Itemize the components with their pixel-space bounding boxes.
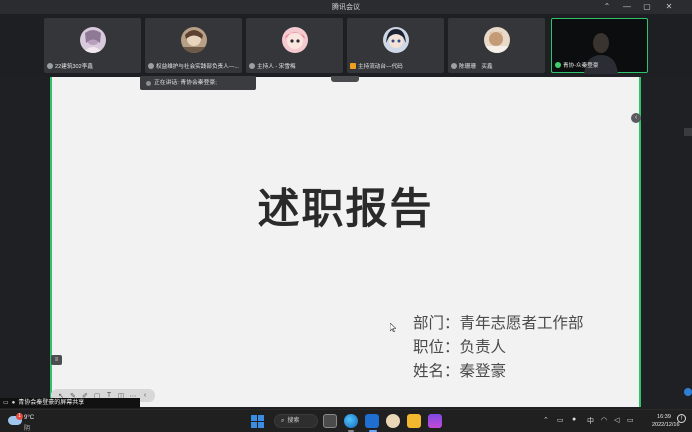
participant-tile[interactable]: 权益维护与社会实践部负责人—... <box>145 18 242 73</box>
app-icon[interactable] <box>386 414 400 428</box>
participant-name: 陈珊珊 买鑫 <box>459 64 493 70</box>
participant-tile[interactable]: 陈珊珊 买鑫 <box>448 18 545 73</box>
participant-name: 青协-众秦登豪 <box>563 63 599 69</box>
battery-icon[interactable]: ▭ <box>627 416 634 424</box>
participant-tile[interactable]: 主持流动台—代码 <box>347 18 444 73</box>
mic-muted-icon <box>47 63 53 69</box>
minimize-button[interactable]: — <box>620 1 634 13</box>
weather-temperature: 9°C <box>24 415 35 421</box>
weather-widget[interactable]: 1 9°C 阴 <box>8 413 48 432</box>
window-title: 腾讯会议 <box>332 4 360 11</box>
windows-start-icon[interactable] <box>250 414 264 428</box>
host-icon <box>350 63 356 69</box>
tencent-meeting-icon[interactable] <box>365 414 379 428</box>
slide-info: 部门：青年志愿者工作部 职位：负责人 姓名：秦登豪 <box>413 311 584 383</box>
chevron-up-icon[interactable]: ⌃ <box>543 416 549 424</box>
screen-icon: ▭ <box>3 400 9 406</box>
speaker-avatar-icon <box>146 80 151 86</box>
screen-share-notice: ▭ ● 青协会秦登豪的屏幕共享 <box>0 398 140 408</box>
collapse-toolbar-icon[interactable]: ‹ <box>141 392 150 399</box>
slide-line-position: 职位：负责人 <box>413 338 507 356</box>
side-expand-icon[interactable]: ‹ <box>631 113 641 123</box>
speaking-label: 正在讲话: 青协会秦登豪; <box>154 80 217 86</box>
task-view-icon[interactable] <box>323 414 337 428</box>
participant-strip: 22建筑302李鑫 权益维护与社会实践部负责人—... 主持人 - 宋雪梅 主持… <box>0 14 692 76</box>
participant-tile[interactable]: 主持人 - 宋雪梅 <box>246 18 343 73</box>
close-button[interactable]: ✕ <box>662 1 676 13</box>
mic-muted-icon <box>249 63 255 69</box>
mic-active-icon <box>555 62 561 68</box>
avatar <box>181 27 207 53</box>
wifi-icon[interactable]: ◠ <box>601 416 607 424</box>
maximize-button[interactable]: ▢ <box>640 1 654 13</box>
notification-icon[interactable]: ! <box>677 414 686 423</box>
share-notice-text: 青协会秦登豪的屏幕共享 <box>18 400 85 406</box>
participant-tile[interactable]: 22建筑302李鑫 <box>44 18 141 73</box>
clock-time: 16:39 <box>657 414 671 420</box>
search-label: 搜索 <box>287 418 300 424</box>
participant-name: 主持人 - 宋雪梅 <box>257 64 296 70</box>
app-icon[interactable] <box>428 414 442 428</box>
avatar <box>383 27 409 53</box>
search-icon: ⌕ <box>281 418 285 424</box>
avatar <box>282 27 308 53</box>
slide-line-department: 部门：青年志愿者工作部 <box>413 314 584 332</box>
meeting-window: 腾讯会议 ⌃ — ▢ ✕ 22建筑302李鑫 权益维护与社会实践部负责人—...… <box>0 0 692 432</box>
side-panel-icon[interactable] <box>684 128 692 136</box>
notification-badge: 1 <box>16 413 23 420</box>
mic-muted-icon <box>451 63 457 69</box>
clock-date: 2022/12/16 <box>652 422 680 428</box>
taskbar: 1 9°C 阴 ⌕ 搜索 ⌃ ▭ ● 中 ◠ ◁ ▭ 16:39 2022/12/… <box>0 409 692 432</box>
participant-name: 权益维护与社会实践部负责人—... <box>156 64 239 70</box>
slide-line-name: 姓名：秦登豪 <box>413 362 507 380</box>
mouse-cursor-icon <box>390 323 396 332</box>
participant-video-tile[interactable]: 青协-众秦登豪 <box>551 18 648 74</box>
speaking-indicator: 正在讲话: 青协会秦登豪; <box>140 76 256 90</box>
weather-condition: 阴 <box>24 426 31 432</box>
keyboard-icon[interactable]: ▭ <box>557 416 564 424</box>
volume-icon[interactable]: ◁ <box>614 416 619 424</box>
system-clock[interactable]: 16:39 2022/12/16 <box>652 413 680 429</box>
mic-muted-icon <box>148 63 154 69</box>
mic-tray-icon[interactable]: ● <box>572 416 576 423</box>
collapse-strip-tab[interactable] <box>331 76 359 82</box>
pin-icon[interactable]: ⌃ <box>600 1 614 13</box>
avatar <box>80 27 106 53</box>
avatar <box>484 27 510 53</box>
taskbar-search[interactable]: ⌕ 搜索 <box>274 414 318 428</box>
participant-name: 22建筑302李鑫 <box>55 64 93 70</box>
assistant-icon[interactable] <box>684 388 692 396</box>
mic-icon: ● <box>11 400 16 406</box>
participant-name: 主持流动台—代码 <box>358 64 403 70</box>
edge-browser-icon[interactable] <box>344 414 358 428</box>
title-bar: 腾讯会议 ⌃ — ▢ ✕ <box>0 0 692 14</box>
list-icon[interactable]: ≡ <box>51 355 62 365</box>
ime-indicator[interactable]: 中 <box>587 416 594 426</box>
file-explorer-icon[interactable] <box>407 414 421 428</box>
shared-screen: 述职报告 部门：青年志愿者工作部 职位：负责人 姓名：秦登豪 <box>50 77 641 407</box>
slide-title: 述职报告 <box>257 184 434 233</box>
